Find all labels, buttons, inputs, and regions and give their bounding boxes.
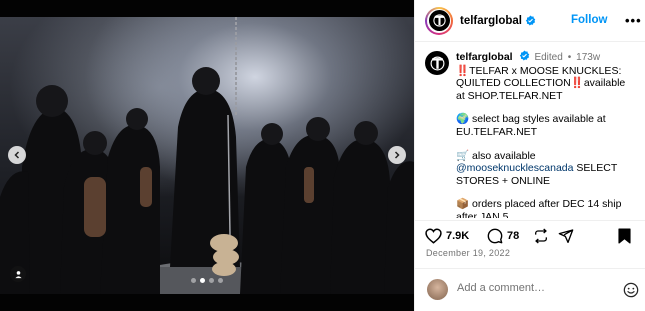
carousel-dot xyxy=(218,278,223,283)
repost-action[interactable] xyxy=(533,228,549,244)
telfar-logo-icon xyxy=(428,10,450,31)
current-user-avatar[interactable] xyxy=(427,279,448,300)
post-photo[interactable] xyxy=(0,17,414,294)
repost-icon[interactable] xyxy=(533,228,549,244)
caption-section: telfarglobal Edited • 173w ‼️TELFAR x MO… xyxy=(415,42,645,218)
post-date[interactable]: December 19, 2022 xyxy=(426,248,510,258)
carousel-prev-button[interactable] xyxy=(8,146,26,164)
caption-line-2-text: select bag styles available at EU.TELFAR… xyxy=(456,113,606,138)
caption-text: telfarglobal Edited • 173w ‼️TELFAR x MO… xyxy=(456,50,636,218)
emoji-picker-button[interactable] xyxy=(623,282,639,303)
post-media xyxy=(0,0,414,311)
caption-line-4: 📦 orders placed after DEC 14 ship after … xyxy=(456,198,636,218)
caption-username[interactable]: telfarglobal xyxy=(456,51,513,63)
post-side-panel: telfarglobal Follow ••• telfarglobal Edi… xyxy=(414,0,645,311)
carousel-dot xyxy=(209,278,214,283)
instagram-post-modal: telfarglobal Follow ••• telfarglobal Edi… xyxy=(0,0,645,311)
verified-badge-icon xyxy=(519,50,530,61)
caption-avatar[interactable] xyxy=(425,51,449,75)
follow-button[interactable]: Follow xyxy=(571,14,607,26)
caption-line-3: 🛒 also available @mooseknucklescanada SE… xyxy=(456,150,636,188)
caption-separator: • xyxy=(567,52,572,63)
verified-badge-icon xyxy=(525,15,536,26)
package-emoji-icon: 📦 xyxy=(456,198,470,211)
globe-emoji-icon: 🌍 xyxy=(456,113,470,126)
more-options-button[interactable]: ••• xyxy=(625,13,642,28)
carousel-indicator xyxy=(0,278,414,283)
chevron-left-icon xyxy=(14,151,20,159)
caption-age[interactable]: 173w xyxy=(576,52,600,63)
like-action[interactable]: 7.9K xyxy=(425,228,469,244)
caption-line-1: ‼️TELFAR x MOOSE KNUCKLES: QUILTED COLLE… xyxy=(456,64,626,102)
chevron-right-icon xyxy=(394,151,400,159)
bookmark-icon[interactable] xyxy=(618,228,631,244)
caption-line-3-pre: also available xyxy=(472,149,536,162)
comment-input[interactable] xyxy=(457,282,607,294)
post-header: telfarglobal Follow ••• xyxy=(415,0,645,42)
caption-line-2: 🌍 select bag styles available at EU.TELF… xyxy=(456,113,636,138)
carousel-dot xyxy=(191,278,196,283)
cart-emoji-icon: 🛒 xyxy=(456,149,470,162)
carousel-dot xyxy=(200,278,205,283)
profile-avatar[interactable] xyxy=(425,6,453,35)
share-paper-plane-icon[interactable] xyxy=(558,228,574,244)
emoji-smile-icon xyxy=(623,282,639,298)
like-count[interactable]: 7.9K xyxy=(446,230,469,242)
save-action[interactable] xyxy=(618,228,631,244)
comment-action[interactable]: 78 xyxy=(487,228,519,244)
photo-crowd-illustration xyxy=(0,17,414,294)
comment-bubble-icon[interactable] xyxy=(487,228,503,244)
header-username[interactable]: telfarglobal xyxy=(460,15,522,27)
heart-icon[interactable] xyxy=(425,228,442,244)
comment-count[interactable]: 78 xyxy=(507,230,519,242)
share-action[interactable] xyxy=(558,228,574,244)
carousel-next-button[interactable] xyxy=(388,146,406,164)
caption-edited-label: Edited xyxy=(534,52,563,63)
comment-bar xyxy=(415,268,645,311)
telfar-logo-icon xyxy=(430,56,444,70)
mention-link[interactable]: @mooseknucklescanada xyxy=(456,162,573,174)
caption-line-4-text: orders placed after DEC 14 ship after JA… xyxy=(456,198,622,218)
